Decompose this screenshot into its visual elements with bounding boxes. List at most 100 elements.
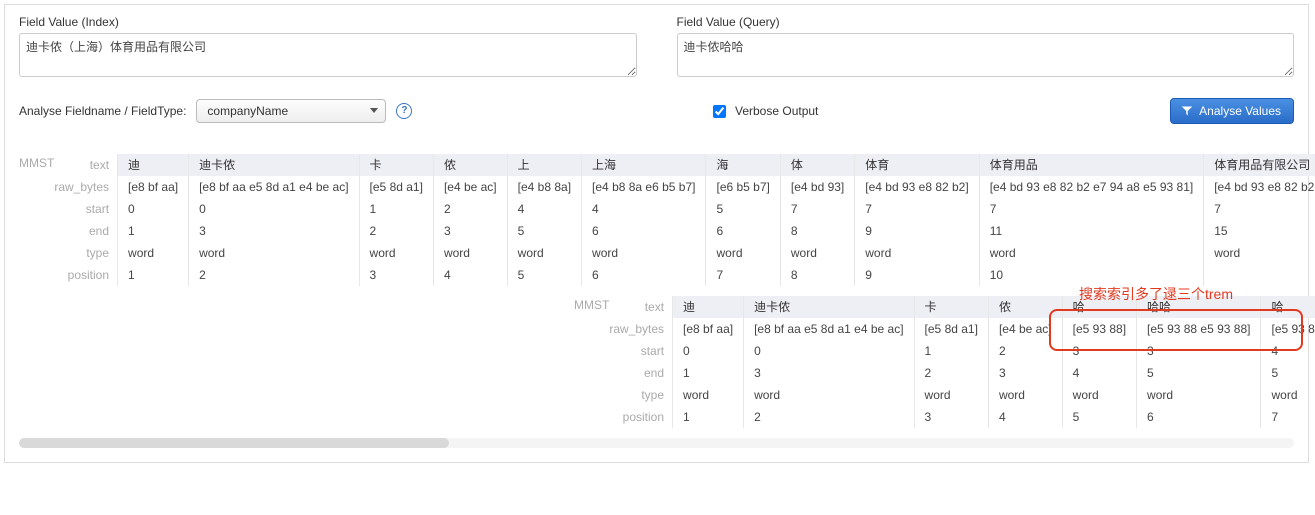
token-cell-end: 1 <box>118 220 188 242</box>
token-cell-position: 2 <box>189 264 358 286</box>
token-cell-position: 5 <box>508 264 581 286</box>
token-cell-text: 卡 <box>915 296 988 318</box>
token-column: 卡[e5 8d a1]12word3 <box>914 296 988 428</box>
token-cell-raw_bytes: [e4 bd 93] <box>781 176 854 198</box>
token-cell-type: word <box>744 384 913 406</box>
token-cell-type: word <box>189 242 358 264</box>
token-cell-start: 0 <box>189 198 358 220</box>
field-value-index-input[interactable] <box>19 33 637 77</box>
token-cell-raw_bytes: [e4 bd 93 e8 82 b2 e7 94 a8 e5 93 81] <box>980 176 1204 198</box>
row-header-position: position <box>54 264 117 286</box>
token-cell-end: 1 <box>673 362 743 384</box>
query-token-grid: 迪[e8 bf aa]01word1迪卡侬[e8 bf aa e5 8d a1 … <box>672 296 1315 428</box>
analysis-panel: Field Value (Index) Field Value (Query) … <box>4 4 1309 463</box>
token-column: 体育用品有限公司[e4 bd 93 e8 82 b2 e7 94…715word <box>1203 154 1315 286</box>
token-cell-position: 4 <box>434 264 507 286</box>
token-column: 体育用品[e4 bd 93 e8 82 b2 e7 94 a8 e5 93 81… <box>979 154 1204 286</box>
token-cell-text: 上 <box>508 154 581 176</box>
analyse-values-button[interactable]: Analyse Values <box>1170 98 1294 124</box>
row-header-raw_bytes: raw_bytes <box>609 318 672 340</box>
token-cell-type: word <box>1204 242 1315 264</box>
row-header-start: start <box>54 198 117 220</box>
token-cell-raw_bytes: [e5 8d a1] <box>360 176 433 198</box>
token-cell-type: word <box>980 242 1204 264</box>
token-cell-raw_bytes: [e4 be ac] <box>434 176 507 198</box>
token-column: 迪卡侬[e8 bf aa e5 8d a1 e4 be ac]03word2 <box>743 296 913 428</box>
token-cell-type: word <box>118 242 188 264</box>
mmst-label: MMST <box>574 296 609 312</box>
token-cell-start: 7 <box>855 198 978 220</box>
token-cell-type: word <box>508 242 581 264</box>
token-cell-text: 体育用品有限公司 <box>1204 154 1315 176</box>
token-cell-end: 5 <box>1261 362 1315 384</box>
token-cell-position: 3 <box>915 406 988 428</box>
token-cell-start: 5 <box>706 198 779 220</box>
token-cell-text: 迪卡侬 <box>744 296 913 318</box>
token-cell-raw_bytes: [e4 b8 8a] <box>508 176 581 198</box>
token-cell-type: word <box>706 242 779 264</box>
row-header-type: type <box>609 384 672 406</box>
field-value-query-input[interactable] <box>677 33 1295 77</box>
row-header-text: text <box>54 154 117 176</box>
token-cell-type: word <box>1063 384 1136 406</box>
token-cell-text: 迪 <box>118 154 188 176</box>
token-cell-type: word <box>781 242 854 264</box>
row-header-raw_bytes: raw_bytes <box>54 176 117 198</box>
token-cell-raw_bytes: [e8 bf aa] <box>118 176 188 198</box>
token-column: 上海[e4 b8 8a e6 b5 b7]46word6 <box>581 154 705 286</box>
token-cell-type: word <box>989 384 1062 406</box>
verbose-output-checkbox[interactable] <box>713 105 726 118</box>
token-cell-text: 海 <box>706 154 779 176</box>
token-cell-raw_bytes: [e5 93 88] <box>1063 318 1136 340</box>
fieldtype-select[interactable]: companyName <box>196 99 386 123</box>
row-headers: textraw_bytesstartendtypeposition <box>54 154 117 286</box>
token-column: 侬[e4 be ac]23word4 <box>433 154 507 286</box>
token-cell-type: word <box>673 384 743 406</box>
token-cell-start: 0 <box>118 198 188 220</box>
horizontal-scrollbar[interactable] <box>19 438 1294 448</box>
token-cell-raw_bytes: [e4 be ac] <box>989 318 1062 340</box>
token-cell-end: 4 <box>1063 362 1136 384</box>
token-cell-end: 9 <box>855 220 978 242</box>
token-cell-type: word <box>1261 384 1315 406</box>
token-cell-start: 0 <box>744 340 913 362</box>
annotation-text: 搜索索引多了逯三个trem <box>1079 284 1233 304</box>
label-verbose-output: Verbose Output <box>735 104 818 118</box>
token-cell-end: 3 <box>744 362 913 384</box>
token-cell-raw_bytes: [e4 b8 8a e6 b5 b7] <box>582 176 705 198</box>
token-cell-position: 6 <box>582 264 705 286</box>
token-cell-type: word <box>1137 384 1260 406</box>
row-header-position: position <box>609 406 672 428</box>
token-cell-start: 2 <box>989 340 1062 362</box>
token-cell-type: word <box>360 242 433 264</box>
token-cell-text: 体育 <box>855 154 978 176</box>
token-column: 迪[e8 bf aa]01word1 <box>672 296 743 428</box>
token-cell-position: 6 <box>1137 406 1260 428</box>
index-token-grid: 迪[e8 bf aa]01word1迪卡侬[e8 bf aa e5 8d a1 … <box>117 154 1315 286</box>
token-cell-start: 1 <box>360 198 433 220</box>
token-cell-position: 7 <box>706 264 779 286</box>
token-cell-type: word <box>434 242 507 264</box>
token-cell-text: 上海 <box>582 154 705 176</box>
token-cell-position: 5 <box>1063 406 1136 428</box>
token-cell-raw_bytes: [e8 bf aa e5 8d a1 e4 be ac] <box>189 176 358 198</box>
token-column: 哈[e5 93 88]34word5 <box>1062 296 1136 428</box>
token-cell-end: 6 <box>582 220 705 242</box>
token-cell-start: 2 <box>434 198 507 220</box>
token-cell-start: 1 <box>915 340 988 362</box>
token-cell-position: 3 <box>360 264 433 286</box>
token-cell-type: word <box>582 242 705 264</box>
token-cell-end: 15 <box>1204 220 1315 242</box>
help-icon[interactable]: ? <box>396 103 412 119</box>
row-header-start: start <box>609 340 672 362</box>
token-cell-start: 0 <box>673 340 743 362</box>
scrollbar-thumb[interactable] <box>19 438 449 448</box>
token-cell-start: 7 <box>980 198 1204 220</box>
token-cell-end: 3 <box>434 220 507 242</box>
token-column: 侬[e4 be ac]23word4 <box>988 296 1062 428</box>
row-headers: textraw_bytesstartendtypeposition <box>609 296 672 428</box>
funnel-icon <box>1181 105 1193 117</box>
token-cell-end: 2 <box>915 362 988 384</box>
token-column: 哈[e5 93 88]45word7 <box>1260 296 1315 428</box>
token-column: 卡[e5 8d a1]12word3 <box>359 154 433 286</box>
